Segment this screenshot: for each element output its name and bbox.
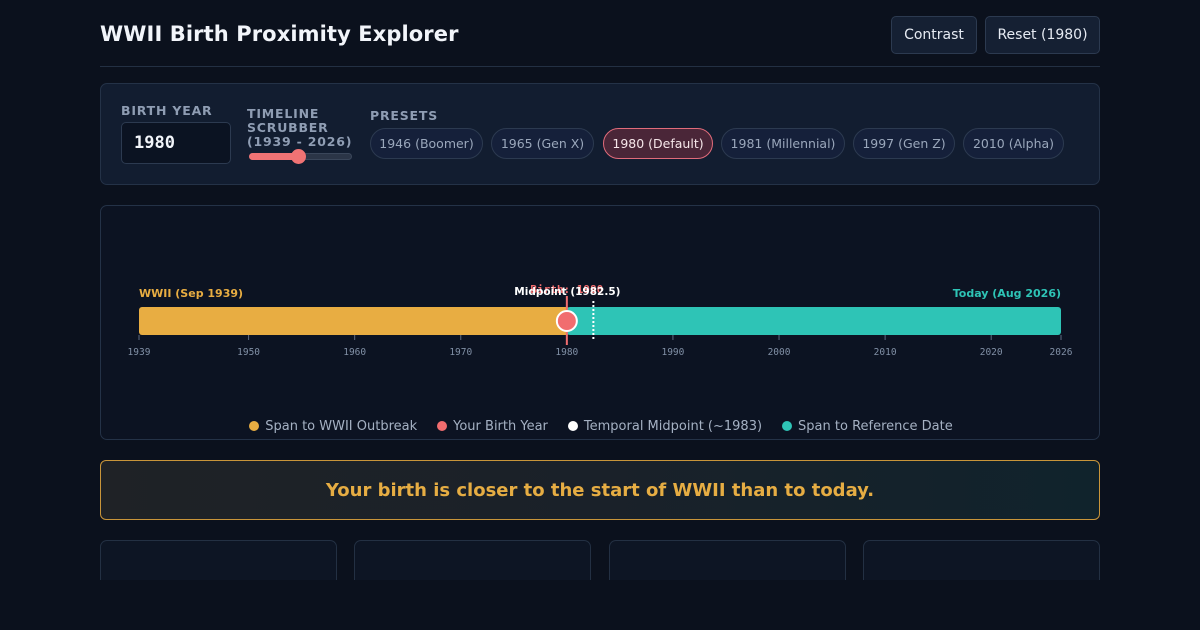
birth-year-handle[interactable]: [555, 310, 578, 332]
midpoint-marker-label: Midpoint (1982.5): [514, 286, 620, 298]
birth-year-input[interactable]: [121, 122, 231, 164]
stat-card: [609, 540, 846, 580]
result-banner: Your birth is closer to the start of WWI…: [100, 460, 1100, 520]
scrubber-label-line3: (1939 - 2026): [247, 134, 353, 149]
legend-item-reference-span: Span to Reference Date: [782, 416, 953, 436]
today-label: Today (Aug 2026): [953, 287, 1061, 300]
preset-1997-button[interactable]: 1997 (Gen Z): [853, 128, 955, 159]
legend-dot: [437, 421, 448, 431]
timeline-legend: Span to WWII Outbreak Your Birth Year Te…: [101, 416, 1101, 436]
legend-dot: [567, 421, 578, 431]
stat-card: [863, 540, 1100, 580]
axis-tick-label: 1950: [237, 347, 260, 358]
legend-label: Your Birth Year: [453, 418, 548, 434]
wwii-start-label: WWII (Sep 1939): [139, 287, 243, 300]
span-to-wwii-bar: [139, 307, 570, 335]
span-to-today-bar: [566, 307, 1061, 335]
birth-year-label: BIRTH YEAR: [121, 103, 213, 118]
presets-label: PRESETS: [370, 108, 438, 123]
timeline-scrubber[interactable]: [249, 149, 352, 164]
timeline-svg: WWII (Sep 1939) Today (Aug 2026) 1939 195…: [128, 283, 1073, 358]
axis-tick-label: 1939: [128, 347, 151, 358]
preset-2010-button[interactable]: 2010 (Alpha): [963, 128, 1064, 159]
legend-dot: [249, 421, 260, 431]
preset-1965-button[interactable]: 1965 (Gen X): [491, 128, 594, 159]
legend-dot: [782, 421, 793, 431]
preset-1946-button[interactable]: 1946 (Boomer): [370, 128, 483, 159]
legend-item-wwii-span: Span to WWII Outbreak: [249, 416, 417, 436]
legend-label: Span to WWII Outbreak: [265, 418, 418, 434]
stat-card: [100, 540, 337, 580]
app-title: WWII Birth Proximity Explorer: [100, 22, 459, 46]
app-header: WWII Birth Proximity Explorer Contrast R…: [100, 0, 1100, 67]
contrast-button[interactable]: Contrast: [891, 16, 977, 54]
legend-item-birth-year: Your Birth Year: [437, 416, 548, 436]
reset-button[interactable]: Reset (1980): [985, 16, 1100, 54]
axis-tick-label: 1990: [661, 347, 684, 358]
axis-tick-label: 2000: [768, 347, 791, 358]
preset-1980-button[interactable]: 1980 (Default): [603, 128, 713, 159]
scrubber-thumb[interactable]: [290, 149, 306, 164]
axis-tick-label: 2026: [1050, 347, 1073, 358]
legend-label: Span to Reference Date: [798, 418, 953, 434]
scrubber-label: TIMELINE SCRUBBER (1939 - 2026): [247, 107, 357, 149]
axis-tick-label: 1960: [343, 347, 366, 358]
scrubber-label-line1: TIMELINE: [247, 106, 320, 121]
axis-tick-label: 1980: [555, 347, 578, 358]
timeline-axis: 1939 1950 1960 1970 1980 1990 2000 2010 2020 2026: [128, 335, 1073, 358]
stat-card: [354, 540, 591, 580]
legend-label: Temporal Midpoint (~1983): [583, 418, 763, 434]
timeline-card: WWII (Sep 1939) Today (Aug 2026) 1939 195…: [100, 205, 1100, 440]
preset-1981-button[interactable]: 1981 (Millennial): [721, 128, 845, 159]
controls-panel: BIRTH YEAR TIMELINE SCRUBBER (1939 - 202…: [100, 83, 1100, 185]
page: WWII Birth Proximity Explorer Contrast R…: [100, 0, 1100, 630]
axis-tick-label: 1970: [449, 347, 472, 358]
axis-tick-label: 2010: [874, 347, 897, 358]
legend-item-midpoint: Temporal Midpoint (~1983): [567, 416, 763, 436]
axis-tick-label: 2020: [980, 347, 1003, 358]
scrubber-label-line2: SCRUBBER: [247, 120, 329, 135]
